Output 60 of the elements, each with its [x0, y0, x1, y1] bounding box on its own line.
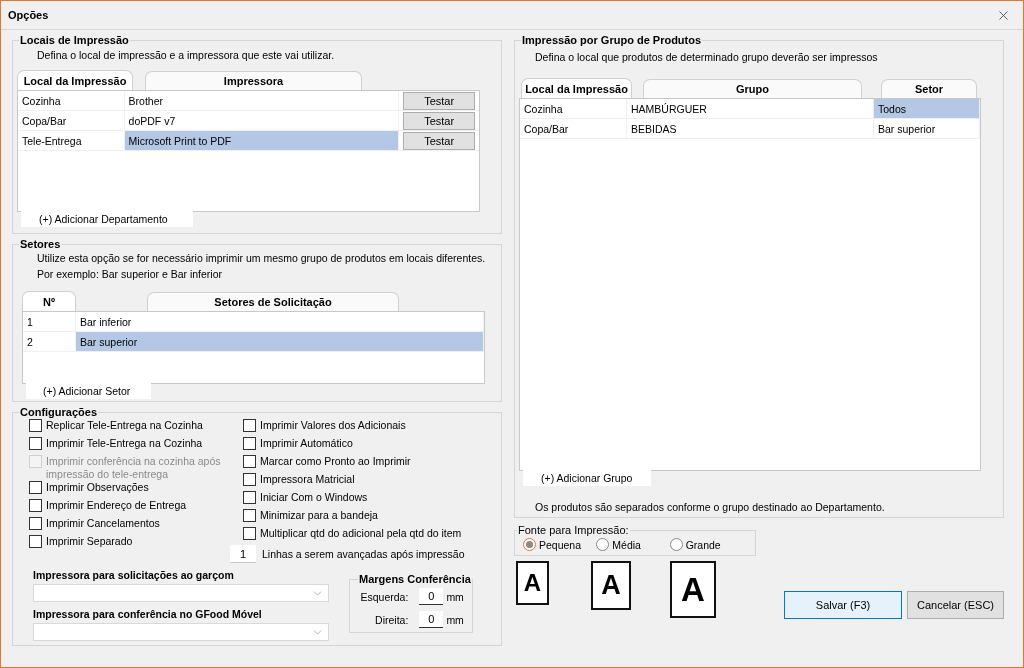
description-text: Utilize esta opção se for necessário imprimir um mesmo grupo de produtos em locais diferentes.	[36, 251, 487, 265]
table-cell: Todos	[874, 99, 980, 118]
add-department-link[interactable]: (+) Adicionar Departamento	[21, 211, 193, 227]
field-label: Linhas a serem avançadas após impressão	[262, 548, 465, 560]
field-label: Esquerda:	[360, 590, 409, 603]
printer-dropdown[interactable]	[33, 584, 329, 602]
dropdown-label: Impressora para solicitações ao garçom	[33, 569, 235, 581]
unit-label: mm	[446, 613, 464, 626]
save-button[interactable]: Salvar (F3)	[784, 591, 902, 619]
checkbox-option[interactable]: Imprimir Automático	[243, 437, 483, 455]
font-size-radio[interactable]: Pequena	[523, 538, 597, 551]
column-header[interactable]: Setor	[881, 79, 977, 98]
cancel-button[interactable]: Cancelar (ESC)	[907, 591, 1004, 619]
checkbox-option[interactable]: Multiplicar qtd do adicional pela qtd do item	[243, 527, 483, 545]
test-button[interactable]: Testar	[403, 132, 475, 150]
column-header[interactable]: Impressora	[145, 71, 362, 90]
checkbox-option[interactable]: Replicar Tele-Entrega na Cozinha	[29, 419, 243, 437]
checkbox-option[interactable]: Minimizar para a bandeja	[243, 509, 483, 527]
font-size-radio[interactable]: Média	[596, 538, 670, 551]
table-cell: Microsoft Print to PDF	[124, 131, 400, 150]
column-header[interactable]: Setores de Solicitação	[147, 292, 399, 311]
field-label: Direita:	[375, 613, 409, 626]
font-size-radio[interactable]: Grande	[669, 538, 743, 551]
column-header[interactable]: Grupo	[643, 79, 862, 98]
checkbox-option[interactable]: Imprimir Observações	[29, 481, 243, 499]
window-title: Opções	[8, 9, 49, 21]
add-group-link[interactable]: (+) Adicionar Grupo	[523, 470, 651, 486]
group-title: Fonte para Impressão:	[517, 524, 630, 536]
group-title: Locais de Impressão	[19, 34, 130, 46]
description-text: Por exemplo: Bar superior e Bar inferior	[36, 267, 223, 281]
number-field[interactable]: 1	[230, 545, 256, 563]
test-button[interactable]: Testar	[403, 112, 475, 130]
checkbox-option[interactable]: Iniciar Com o Windows	[243, 491, 483, 509]
column-header[interactable]: Nº	[22, 291, 76, 311]
test-button[interactable]: Testar	[403, 92, 475, 110]
margin-field[interactable]: 0	[419, 611, 444, 628]
column-header[interactable]: Local da Impressão	[521, 78, 632, 98]
font-preview: A	[516, 561, 549, 605]
font-preview: A	[670, 561, 716, 618]
group-title: Configurações	[19, 406, 98, 418]
font-preview: A	[591, 561, 631, 610]
column-header[interactable]: Local da Impressão	[17, 70, 133, 90]
unit-label: mm	[446, 590, 464, 603]
description-text: Defina o local que produtos de determinado grupo deverão ser impressos	[534, 50, 879, 64]
dropdown-label: Impressora para conferência no GFood Móvel	[33, 608, 263, 620]
table-cell: Bar superior	[76, 332, 484, 351]
group-title: Impressão por Grupo de Produtos	[521, 34, 703, 46]
add-sector-link[interactable]: (+) Adicionar Setor	[26, 383, 151, 399]
checkbox-option[interactable]: Marcar como Pronto ao Imprimir	[243, 455, 483, 473]
group-title: Setores	[19, 238, 62, 250]
group-title: Margens Conferência	[358, 573, 472, 585]
checkbox-option[interactable]: Imprimir Tele-Entrega na Cozinha	[29, 437, 243, 455]
margin-field[interactable]: 0	[419, 588, 444, 605]
checkbox-option[interactable]: Imprimir Valores dos Adicionais	[243, 419, 483, 437]
printer-dropdown[interactable]	[33, 623, 329, 641]
footnote-text: Os produtos são separados conforme o grupo destinado ao Departamento.	[534, 501, 886, 513]
description-text: Defina o local de impressão e a impressora que este vai utilizar.	[36, 48, 336, 62]
checkbox-option[interactable]: Imprimir Cancelamentos	[29, 517, 243, 535]
checkbox-option[interactable]: Impressora Matricial	[243, 473, 483, 491]
checkbox-option[interactable]: Imprimir Endereço de Entrega	[29, 499, 243, 517]
